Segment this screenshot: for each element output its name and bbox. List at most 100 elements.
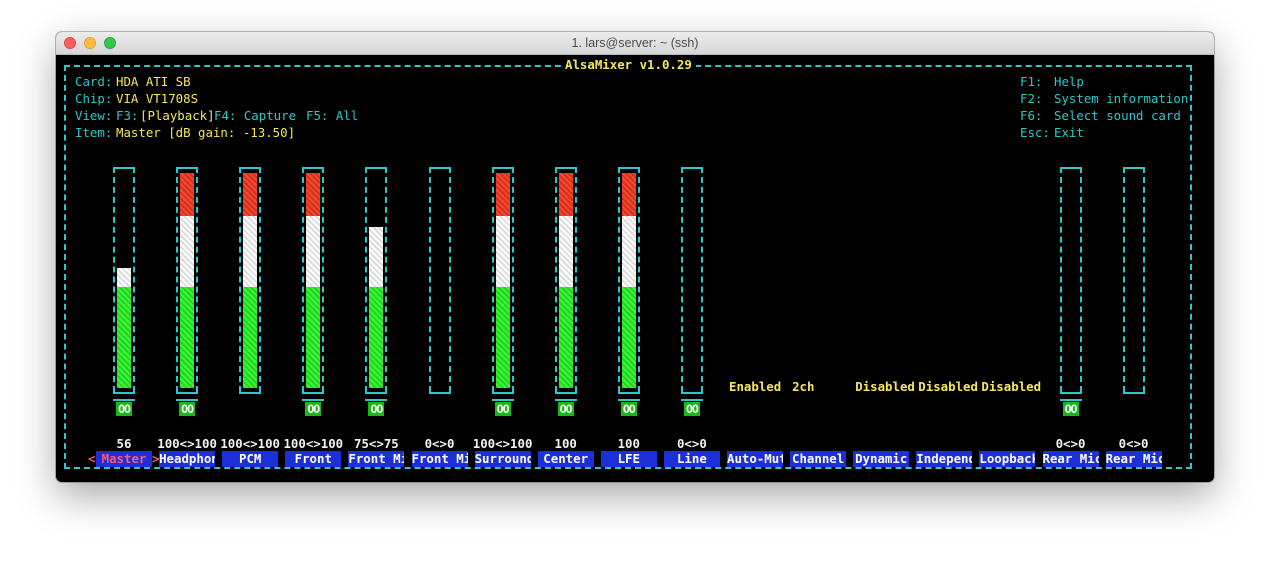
channel-label[interactable]: Front — [285, 451, 342, 467]
gauge-left-border — [302, 167, 305, 392]
volume-bar-white — [180, 216, 195, 287]
channel-label[interactable]: Dynamic — [853, 451, 910, 467]
mute-toggle[interactable]: OO — [620, 402, 637, 416]
channel-label[interactable]: Front Mi — [411, 451, 468, 467]
mute-toggle[interactable]: OO — [1062, 402, 1079, 416]
channel-label[interactable]: Center — [537, 451, 594, 467]
volume-bar-white — [621, 216, 636, 287]
gauge-bottom-border — [680, 392, 703, 394]
view-f3-key[interactable]: F3: — [116, 108, 138, 124]
volume-bar-red — [621, 173, 636, 216]
gauge-bottom-border — [428, 392, 451, 394]
gauge-top-border — [554, 167, 577, 169]
gauge-bottom-border — [1059, 392, 1082, 394]
channel-enum-value[interactable]: Disabled — [981, 379, 1041, 394]
gauge-left-border — [680, 167, 683, 392]
channel-enum-value[interactable]: 2ch — [792, 379, 814, 394]
gauge-left-border — [1122, 167, 1125, 392]
key-esc[interactable]: Esc: — [1020, 125, 1050, 141]
channel-value: 0<>0 — [424, 436, 455, 451]
gauge-left-border — [239, 167, 242, 392]
key-f6-action[interactable]: Select sound card — [1054, 108, 1181, 124]
mute-toggle[interactable]: OO — [494, 402, 511, 416]
key-f6[interactable]: F6: — [1020, 108, 1042, 124]
view-playback[interactable]: [Playback] — [140, 108, 215, 124]
mute-toggle[interactable]: OO — [368, 402, 385, 416]
volume-bar-white — [243, 216, 258, 287]
channel-label[interactable]: Loopback — [979, 451, 1036, 467]
gauge-bottom-border — [239, 392, 262, 394]
channel-label[interactable]: Master — [96, 451, 152, 467]
mute-frame — [176, 399, 199, 401]
key-f1-action[interactable]: Help — [1054, 74, 1084, 90]
key-f2[interactable]: F2: — [1020, 91, 1042, 107]
channel-label[interactable]: Line — [663, 451, 720, 467]
mute-frame — [554, 399, 577, 401]
channel-value: 75<>75 — [354, 436, 399, 451]
channel-enum-value[interactable]: Disabled — [855, 379, 915, 394]
volume-bar[interactable] — [558, 173, 573, 388]
volume-bar-white — [558, 216, 573, 287]
channel-label[interactable]: Surround — [474, 451, 531, 467]
chip-value: VIA VT1708S — [116, 91, 199, 106]
view-all[interactable]: F5: All — [306, 108, 358, 124]
volume-bar-red — [495, 173, 510, 216]
mute-toggle[interactable]: OO — [179, 402, 196, 416]
gauge-bottom-border — [617, 392, 640, 394]
volume-bar-green — [369, 286, 384, 388]
channel-value: 100<>100 — [472, 436, 533, 451]
mute-frame — [617, 399, 640, 401]
channel-label[interactable]: Rear Mic — [1042, 451, 1099, 467]
mute-frame — [302, 399, 325, 401]
volume-bar-red — [558, 173, 573, 216]
volume-bar[interactable] — [243, 173, 258, 388]
gauge-top-border — [680, 167, 703, 169]
channel-label[interactable]: LFE — [600, 451, 657, 467]
gauge-right-border — [322, 167, 325, 392]
mute-frame — [113, 399, 135, 401]
mute-toggle[interactable]: OO — [305, 402, 322, 416]
channel-value: 56 — [116, 436, 132, 451]
mute-frame — [491, 399, 514, 401]
channel-enum-value[interactable]: Enabled — [729, 379, 781, 394]
channel-label[interactable]: Channel — [790, 451, 847, 467]
channel-enum-value[interactable]: Disabled — [918, 379, 978, 394]
view-capture[interactable]: F4: Capture — [214, 108, 296, 124]
mute-toggle[interactable]: OO — [557, 402, 574, 416]
volume-bar[interactable] — [369, 173, 384, 388]
gauge-bottom-border — [113, 392, 135, 394]
key-f1[interactable]: F1: — [1020, 74, 1042, 90]
gauge-left-border — [365, 167, 368, 392]
key-f2-action[interactable]: System information — [1054, 91, 1188, 107]
channel-value: 100 — [554, 436, 577, 451]
mute-toggle[interactable]: OO — [683, 402, 700, 416]
gauge-right-border — [448, 167, 451, 392]
mute-frame — [365, 399, 388, 401]
volume-bar[interactable] — [117, 173, 131, 388]
channel-label[interactable]: PCM — [222, 451, 279, 467]
mute-frame — [680, 399, 703, 401]
gauge-bottom-border — [176, 392, 199, 394]
channel-label[interactable]: Auto-Mut — [727, 451, 783, 467]
channel-label[interactable]: Headphon — [159, 451, 216, 467]
volume-bar-red — [243, 173, 258, 216]
gauge-bottom-border — [365, 392, 388, 394]
volume-bar-white — [495, 216, 510, 287]
gauge-top-border — [1059, 167, 1082, 169]
app-title: AlsaMixer v1.0.29 — [561, 57, 696, 73]
gauge-bottom-border — [491, 392, 514, 394]
volume-bar[interactable] — [495, 173, 510, 388]
volume-bar[interactable] — [306, 173, 321, 388]
volume-bar-white — [369, 226, 384, 287]
terminal-screen[interactable]: AlsaMixer v1.0.29 Card: HDA ATI SB Chip:… — [56, 54, 1214, 482]
card-label: Card: — [75, 74, 113, 89]
channel-label[interactable]: Front Mi — [348, 451, 405, 467]
channel-label[interactable]: Rear Mic — [1105, 451, 1162, 467]
mute-toggle[interactable]: OO — [116, 402, 132, 416]
gauge-left-border — [176, 167, 179, 392]
key-esc-action[interactable]: Exit — [1054, 125, 1084, 141]
volume-bar[interactable] — [180, 173, 195, 388]
channel-value: 0<>0 — [676, 436, 707, 451]
volume-bar[interactable] — [621, 173, 636, 388]
channel-label[interactable]: Independ — [916, 451, 973, 467]
